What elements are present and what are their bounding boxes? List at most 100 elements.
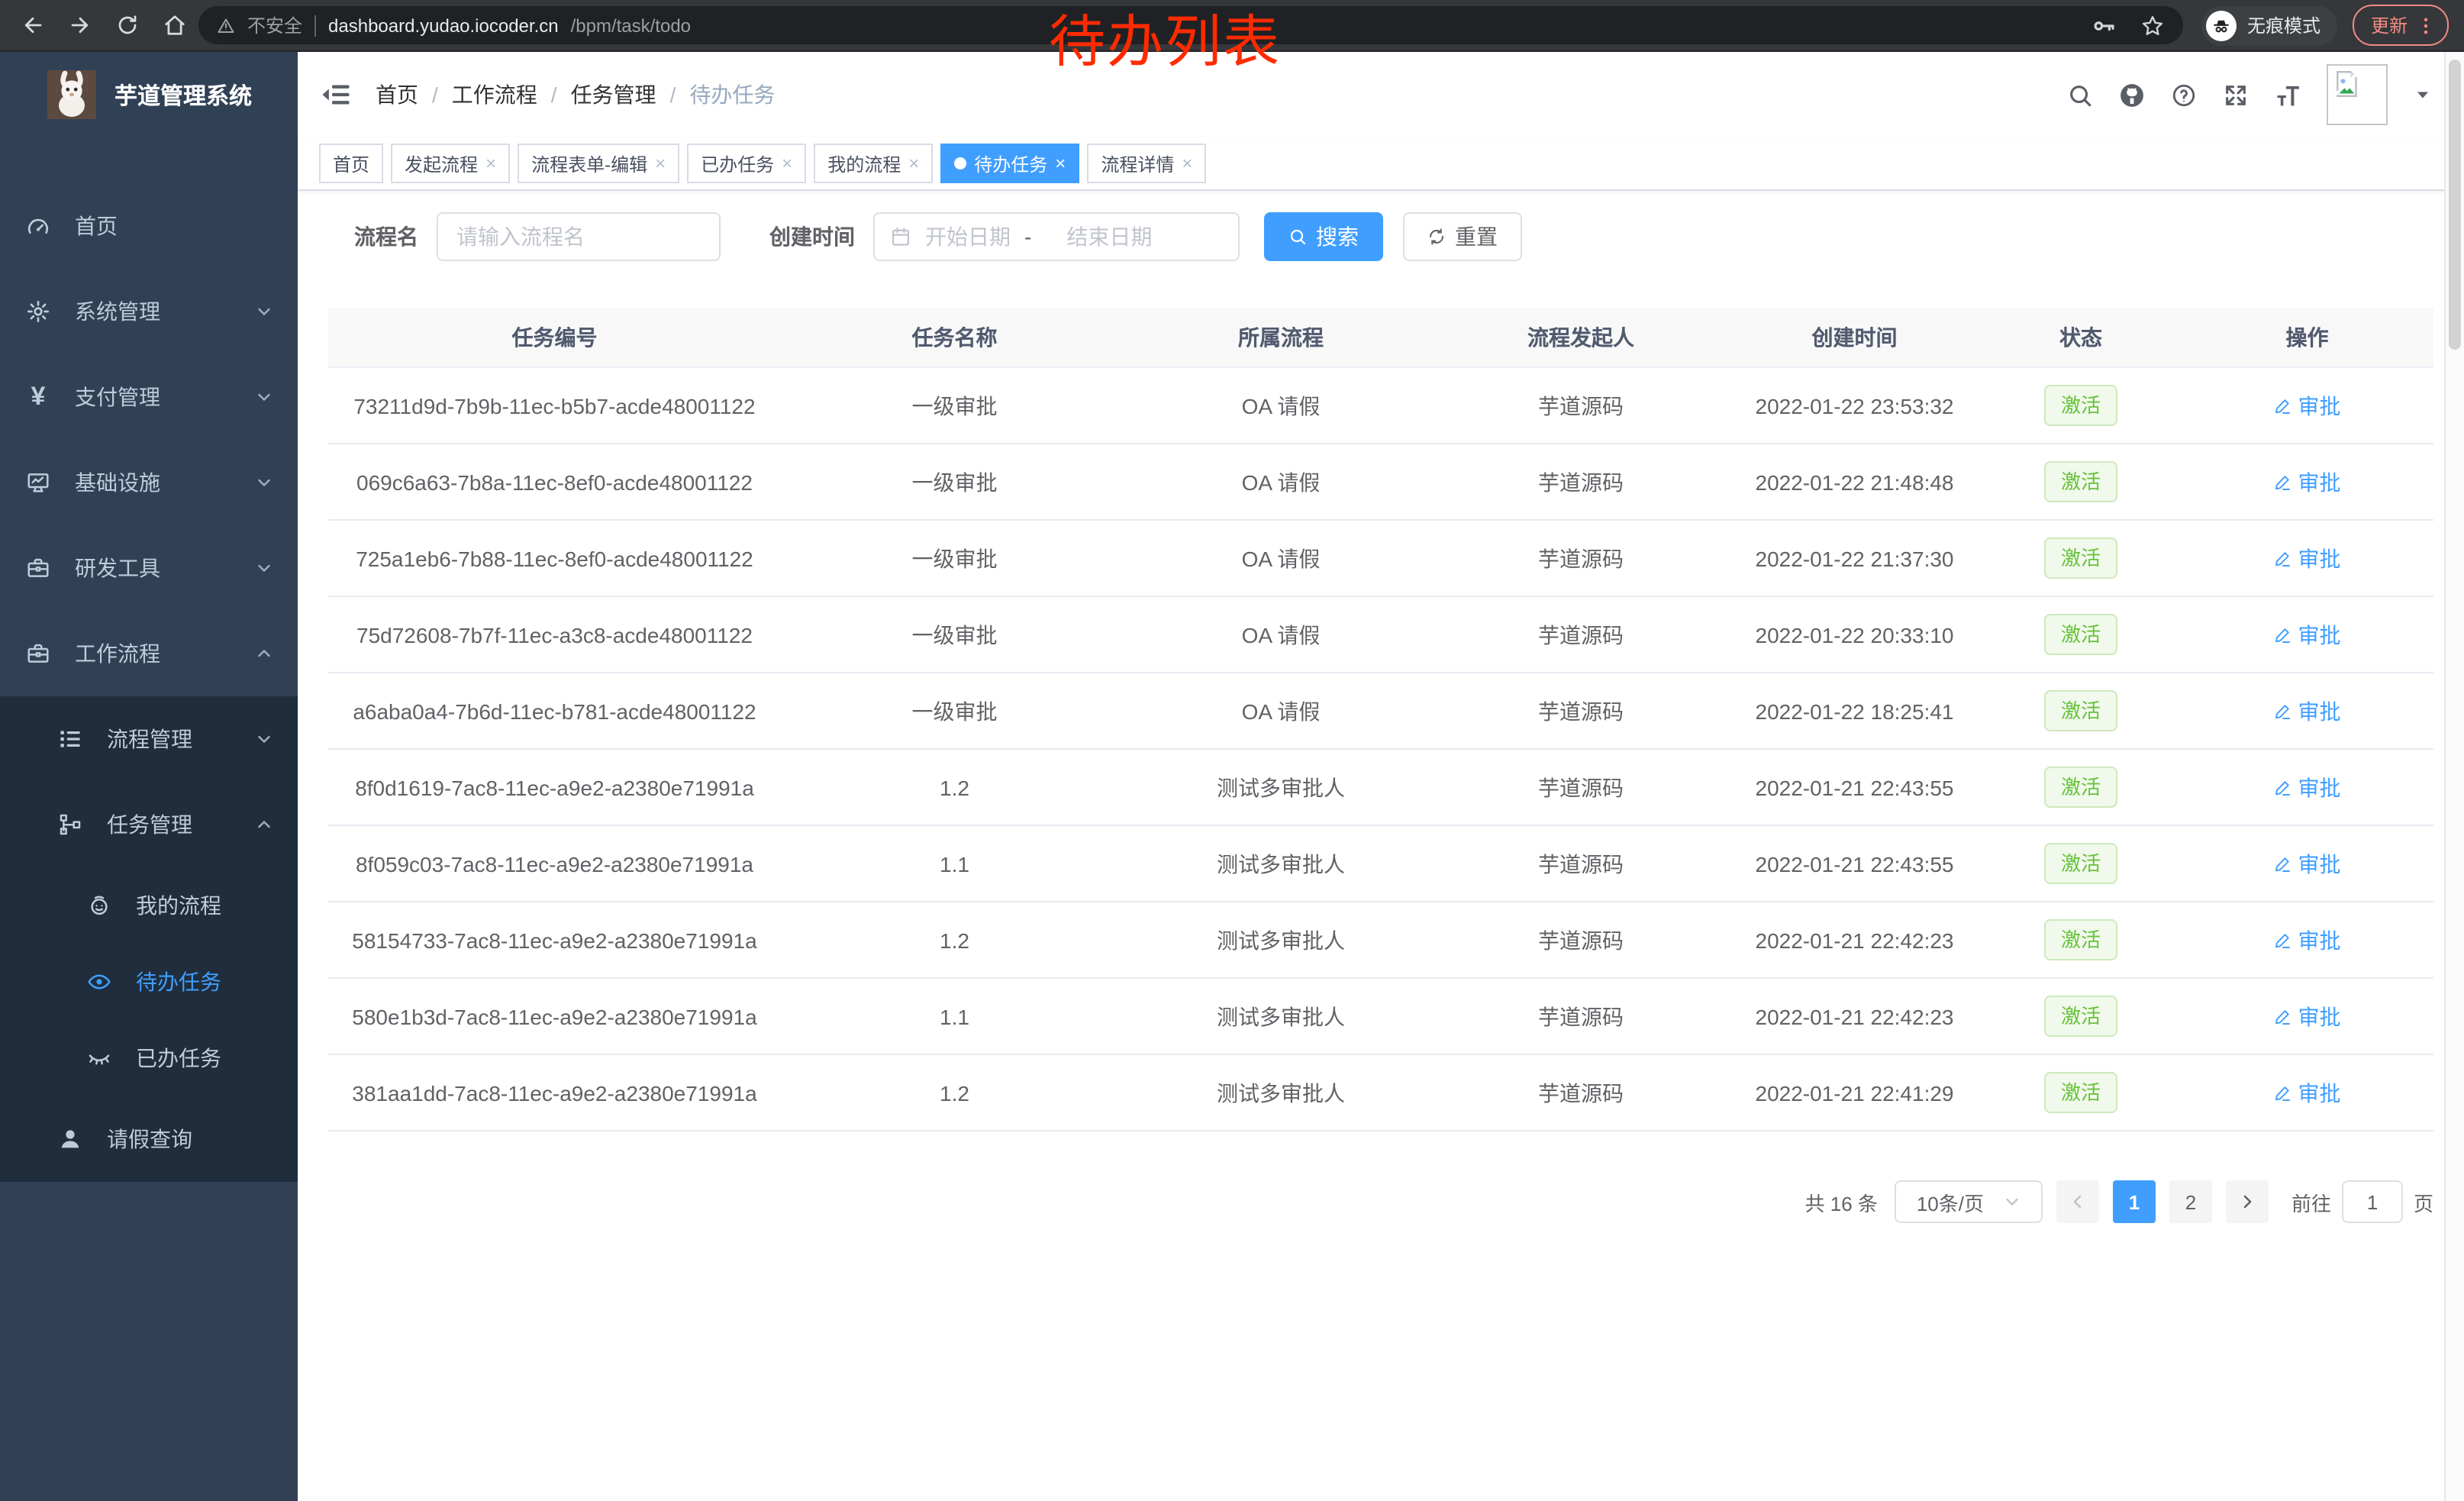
- breadcrumb-home[interactable]: 首页: [376, 79, 418, 110]
- cell-task-id: 8f0d1619-7ac8-11ec-a9e2-a2380e71991a: [328, 749, 781, 825]
- search-button[interactable]: 搜索: [1264, 212, 1383, 261]
- key-icon[interactable]: [2091, 13, 2116, 37]
- cell-action: 审批: [2181, 825, 2433, 902]
- not-secure-warning-icon: [217, 16, 235, 34]
- approve-link[interactable]: 审批: [2273, 390, 2340, 421]
- close-icon[interactable]: [1182, 154, 1192, 173]
- tab-process-detail[interactable]: 流程详情: [1087, 144, 1206, 183]
- tab-process-form-edit[interactable]: 流程表单-编辑: [518, 144, 679, 183]
- edit-pen-icon: [2273, 854, 2291, 873]
- approve-link[interactable]: 审批: [2273, 1001, 2340, 1031]
- next-page-button[interactable]: [2226, 1180, 2269, 1223]
- page-button-2[interactable]: 2: [2169, 1180, 2212, 1223]
- cell-starter: 芋道源码: [1434, 825, 1728, 902]
- close-icon[interactable]: [485, 154, 496, 173]
- breadcrumb-workflow[interactable]: 工作流程: [452, 79, 537, 110]
- sidebar-item-home[interactable]: 首页: [0, 183, 298, 269]
- breadcrumb-task-management[interactable]: 任务管理: [571, 79, 656, 110]
- tab-my-process[interactable]: 我的流程: [814, 144, 933, 183]
- dashboard-gauge-icon: [26, 214, 50, 238]
- sidebar-item-leave-query[interactable]: 请假查询: [0, 1096, 298, 1182]
- search-icon: [1288, 228, 1307, 246]
- back-icon[interactable]: [21, 14, 44, 37]
- sidebar-collapse-icon[interactable]: [321, 79, 351, 110]
- tab-home[interactable]: 首页: [319, 144, 383, 183]
- approve-link[interactable]: 审批: [2273, 772, 2340, 802]
- avatar-caret-down-icon[interactable]: [2414, 86, 2432, 104]
- page-size-select[interactable]: 10条/页: [1895, 1180, 2043, 1223]
- browser-menu-icon[interactable]: [2415, 15, 2437, 36]
- sidebar-item-system-management[interactable]: 系统管理: [0, 269, 298, 354]
- search-icon[interactable]: [2067, 82, 2093, 108]
- cell-process: OA 请假: [1128, 444, 1434, 520]
- bookmark-star-icon[interactable]: [2140, 13, 2165, 37]
- cell-starter: 芋道源码: [1434, 673, 1728, 749]
- status-badge: 激活: [2044, 767, 2117, 808]
- cell-action: 审批: [2181, 367, 2433, 444]
- page-button-1[interactable]: 1: [2113, 1180, 2156, 1223]
- cell-action: 审批: [2181, 978, 2433, 1054]
- help-icon[interactable]: [2171, 82, 2197, 108]
- table-row: 58154733-7ac8-11ec-a9e2-a2380e71991a 1.2…: [328, 902, 2433, 978]
- prev-page-button[interactable]: [2056, 1180, 2099, 1223]
- scrollbar-thumb[interactable]: [2449, 60, 2461, 350]
- table-row: 381aa1dd-7ac8-11ec-a9e2-a2380e71991a 1.2…: [328, 1054, 2433, 1131]
- table-row: 725a1eb6-7b88-11ec-8ef0-acde48001122 一级审…: [328, 520, 2433, 596]
- cell-process: 测试多审批人: [1128, 902, 1434, 978]
- sidebar-item-infrastructure[interactable]: 基础设施: [0, 440, 298, 525]
- cell-process: 测试多审批人: [1128, 978, 1434, 1054]
- cell-created: 2022-01-21 22:43:55: [1728, 749, 1981, 825]
- goto-page: 前往 页: [2291, 1180, 2433, 1223]
- tab-start-process[interactable]: 发起流程: [391, 144, 510, 183]
- approve-link[interactable]: 审批: [2273, 848, 2340, 879]
- chevron-down-icon: [2002, 1193, 2021, 1211]
- reload-icon[interactable]: [116, 14, 139, 37]
- close-icon[interactable]: [782, 154, 792, 173]
- home-icon[interactable]: [163, 14, 186, 37]
- approve-link[interactable]: 审批: [2273, 466, 2340, 497]
- sidebar-item-task-management[interactable]: 任务管理: [0, 782, 298, 867]
- approve-link[interactable]: 审批: [2273, 696, 2340, 726]
- calendar-icon: [890, 226, 911, 247]
- reset-button[interactable]: 重置: [1403, 212, 1522, 261]
- close-icon[interactable]: [1055, 154, 1066, 173]
- github-icon[interactable]: [2119, 82, 2145, 108]
- monitor-icon: [26, 470, 50, 495]
- approve-link[interactable]: 审批: [2273, 1077, 2340, 1108]
- date-range-picker[interactable]: 开始日期 - 结束日期: [873, 212, 1240, 261]
- sidebar-item-todo-tasks[interactable]: 待办任务: [0, 944, 298, 1020]
- col-created: 创建时间: [1728, 308, 1981, 367]
- cell-task-id: 73211d9d-7b9b-11ec-b5b7-acde48001122: [328, 367, 781, 444]
- cell-starter: 芋道源码: [1434, 444, 1728, 520]
- process-name-input[interactable]: [437, 212, 721, 261]
- sidebar-item-dev-tools[interactable]: 研发工具: [0, 525, 298, 611]
- avatar[interactable]: [2327, 64, 2388, 125]
- tab-todo-tasks[interactable]: 待办任务: [940, 144, 1079, 183]
- sidebar-item-my-process[interactable]: 我的流程: [0, 867, 298, 944]
- sidebar-item-workflow[interactable]: 工作流程: [0, 611, 298, 696]
- approve-link[interactable]: 审批: [2273, 619, 2340, 650]
- url-bar[interactable]: 不安全 dashboard.yudao.iocoder.cn /bpm/task…: [198, 6, 2183, 44]
- approve-link[interactable]: 审批: [2273, 925, 2340, 955]
- approve-link[interactable]: 审批: [2273, 543, 2340, 573]
- close-icon[interactable]: [655, 154, 666, 173]
- goto-page-input[interactable]: [2342, 1180, 2403, 1223]
- forward-icon[interactable]: [69, 14, 92, 37]
- col-process: 所属流程: [1128, 308, 1434, 367]
- browser-update-button[interactable]: 更新: [2353, 5, 2449, 46]
- font-size-icon[interactable]: [2275, 82, 2301, 108]
- app-logo: 芋道管理系统: [0, 52, 298, 137]
- fullscreen-icon[interactable]: [2223, 82, 2249, 108]
- sidebar-item-payment-management[interactable]: ¥ 支付管理: [0, 354, 298, 440]
- page-scrollbar[interactable]: [2444, 52, 2464, 1501]
- tab-done-tasks[interactable]: 已办任务: [687, 144, 806, 183]
- tree-table-icon: [58, 727, 82, 751]
- cell-task-id: 580e1b3d-7ac8-11ec-a9e2-a2380e71991a: [328, 978, 781, 1054]
- cell-action: 审批: [2181, 673, 2433, 749]
- breadcrumb-separator: /: [551, 82, 557, 107]
- sidebar-item-process-management[interactable]: 流程管理: [0, 696, 298, 782]
- cell-status: 激活: [1981, 749, 2181, 825]
- close-icon[interactable]: [908, 154, 919, 173]
- status-badge: 激活: [2044, 843, 2117, 884]
- sidebar-item-done-tasks[interactable]: 已办任务: [0, 1020, 298, 1096]
